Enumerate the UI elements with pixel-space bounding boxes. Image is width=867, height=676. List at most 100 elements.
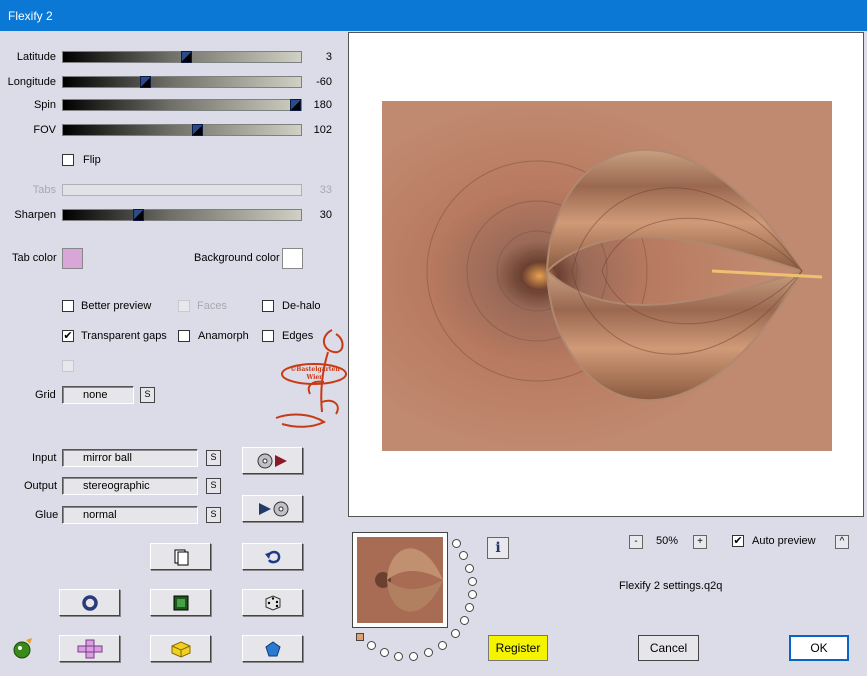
glue-select[interactable]: normal (62, 506, 198, 524)
plus-icon (77, 639, 102, 658)
faces-checkbox[interactable] (178, 300, 190, 312)
zoom-in-button[interactable]: + (693, 535, 707, 549)
register-button[interactable]: Register (488, 635, 548, 661)
background-color-label: Background color (194, 252, 280, 264)
grid-select[interactable]: none (62, 386, 134, 404)
navigator-dot[interactable] (452, 539, 461, 548)
tabs-slider[interactable] (62, 184, 302, 196)
preview-input-button[interactable] (242, 447, 303, 474)
sharpen-slider-thumb[interactable] (133, 209, 144, 221)
fov-slider-thumb[interactable] (192, 124, 203, 136)
dice-icon (265, 594, 280, 611)
app-logo-icon (12, 636, 36, 663)
copy-button[interactable] (150, 543, 211, 570)
watermark-logo: ©Bastelgarten Wien (272, 322, 352, 436)
longitude-label: Longitude (7, 76, 56, 88)
ok-button[interactable]: OK (789, 635, 849, 661)
copy-icon (174, 549, 188, 565)
preview-image (382, 101, 832, 451)
navigator-dot[interactable] (409, 652, 418, 661)
ring-button[interactable] (59, 589, 120, 616)
output-select[interactable]: stereographic (62, 477, 198, 495)
output-s-button[interactable]: S (206, 478, 221, 494)
transparent-gaps-label: Transparent gaps (81, 330, 167, 342)
collapse-button[interactable]: ^ (835, 535, 849, 549)
navigator-thumbnail[interactable] (352, 532, 448, 628)
flip-checkbox[interactable] (62, 154, 74, 166)
navigator-dot[interactable] (460, 616, 469, 625)
random-button[interactable] (242, 589, 303, 616)
latitude-slider-thumb[interactable] (181, 51, 192, 63)
input-select[interactable]: mirror ball (62, 449, 198, 467)
fov-value: 102 (313, 124, 332, 136)
navigator-dot[interactable] (459, 551, 468, 560)
disabled-option-checkbox[interactable] (62, 360, 74, 372)
cube-icon (171, 640, 190, 658)
sharpen-slider[interactable] (62, 209, 302, 221)
glue-label: Glue (35, 509, 59, 521)
fov-label: FOV (33, 124, 56, 136)
sharpen-label: Sharpen (14, 209, 56, 221)
undo-button[interactable] (242, 543, 303, 570)
better-preview-label: Better preview (81, 300, 152, 312)
zoom-out-button[interactable]: - (629, 535, 643, 549)
info-button[interactable]: i (487, 537, 509, 559)
window-title: Flexify 2 (8, 9, 53, 23)
spin-slider-thumb[interactable] (290, 99, 301, 111)
navigator-dot[interactable] (367, 641, 376, 650)
navigator-dot[interactable] (438, 641, 447, 650)
tabs-label: Tabs (32, 184, 56, 196)
plus-button[interactable] (59, 635, 120, 662)
anamorph-checkbox[interactable] (178, 330, 190, 342)
output-label: Output (24, 480, 58, 492)
watermark-text: ©Bastelgarten Wien (290, 366, 340, 381)
ring-icon (81, 594, 98, 611)
anamorph-label: Anamorph (198, 330, 249, 342)
cube-button[interactable] (150, 635, 211, 662)
tabs-value: 33 (319, 184, 332, 196)
navigator-dot[interactable] (451, 629, 460, 638)
fov-slider[interactable] (62, 124, 302, 136)
better-preview-checkbox[interactable] (62, 300, 74, 312)
flip-label: Flip (83, 154, 101, 166)
latitude-slider[interactable] (62, 51, 302, 63)
glue-s-button[interactable]: S (206, 507, 221, 523)
longitude-slider[interactable] (62, 76, 302, 88)
navigator-dot[interactable] (394, 652, 403, 661)
play-cd-icon (258, 501, 288, 516)
navigator-dot[interactable] (468, 577, 477, 586)
tab-color-swatch[interactable] (62, 248, 83, 269)
spin-slider[interactable] (62, 99, 302, 111)
pentagon-button[interactable] (242, 635, 303, 662)
preview-output-button[interactable] (242, 495, 303, 522)
input-s-button[interactable]: S (206, 450, 221, 466)
faces-label: Faces (197, 300, 227, 312)
navigator-dot[interactable] (468, 590, 477, 599)
navigator-dot[interactable] (424, 648, 433, 657)
tab-color-label: Tab color (12, 252, 57, 264)
square-button[interactable] (150, 589, 211, 616)
background-color-swatch[interactable] (282, 248, 303, 269)
cd-play-icon (257, 453, 287, 468)
auto-preview-label: Auto preview (752, 535, 816, 547)
longitude-slider-thumb[interactable] (140, 76, 151, 88)
spin-value: 180 (313, 99, 332, 111)
navigator-dot[interactable] (465, 564, 474, 573)
undo-icon (264, 550, 280, 563)
navigator-dot[interactable] (380, 648, 389, 657)
input-label: Input (32, 452, 57, 464)
navigator-origin-marker[interactable] (356, 633, 364, 641)
grid-s-button[interactable]: S (140, 387, 155, 403)
spin-label: Spin (33, 99, 56, 111)
auto-preview-checkbox[interactable]: ✔ (732, 535, 744, 547)
sharpen-value: 30 (319, 209, 332, 221)
zoom-level: 50% (656, 535, 679, 547)
title-bar: Flexify 2 (0, 0, 867, 31)
square-icon (173, 595, 188, 610)
preview-panel[interactable] (348, 32, 864, 517)
navigator-dot[interactable] (465, 603, 474, 612)
de-halo-checkbox[interactable] (262, 300, 274, 312)
cancel-button[interactable]: Cancel (638, 635, 699, 661)
transparent-gaps-checkbox[interactable]: ✔ (62, 330, 74, 342)
settings-file-name: Flexify 2 settings.q2q (619, 580, 723, 592)
